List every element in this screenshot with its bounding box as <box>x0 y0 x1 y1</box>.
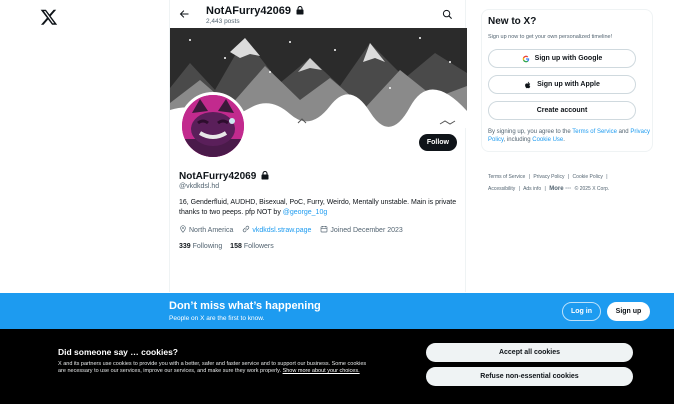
signup-banner-subtitle: People on X are the first to know. <box>169 315 265 322</box>
profile-display-name: NotAFurry42069 <box>179 171 269 182</box>
create-account-button[interactable]: Create account <box>488 101 636 120</box>
profile-stats: 339 Following 158 Followers <box>179 243 274 250</box>
cookie-text: X and its partners use cookies to provid… <box>58 361 367 374</box>
google-icon <box>522 55 529 62</box>
sign-up-google-button[interactable]: Sign up with Google <box>488 49 636 68</box>
profile-column: NotAFurry42069 2,443 posts Follow NotAFu… <box>169 0 467 292</box>
followers-link[interactable]: 158 Followers <box>230 243 274 250</box>
back-arrow-icon[interactable] <box>178 8 190 20</box>
follow-button[interactable]: Follow <box>418 134 457 151</box>
sign-up-terms: By signing up, you agree to the Terms of… <box>488 129 650 143</box>
footer-links: Terms of Service | Privacy Policy | Cook… <box>488 171 658 195</box>
footer-separator: | <box>528 174 530 180</box>
following-link[interactable]: 339 Following <box>179 243 222 250</box>
footer-separator: | <box>544 186 546 192</box>
accept-cookies-button[interactable]: Accept all cookies <box>426 343 633 362</box>
cookie-banner: Did someone say … cookies? X and its par… <box>0 329 674 404</box>
avatar[interactable] <box>179 92 247 160</box>
cookie-use-link[interactable]: Cookie Use <box>532 137 563 143</box>
footer-link[interactable]: Ads info <box>523 186 541 192</box>
footer-link[interactable]: Cookie Policy <box>573 174 603 180</box>
sidebar-subtitle: Sign up now to get your own personalized… <box>488 34 613 40</box>
apple-icon <box>525 81 531 88</box>
bio-mention-link[interactable]: @george_10g <box>283 209 327 216</box>
profile-joined: Joined December 2023 <box>320 225 403 234</box>
cookie-choices-link[interactable]: Show more about your choices. <box>283 368 360 374</box>
profile-bio: 16, Genderfluid, AUDHD, Bisexual, PoC, F… <box>179 198 461 218</box>
profile-topbar: NotAFurry42069 2,443 posts <box>170 0 465 28</box>
profile-handle: @vkdkdsl.hd <box>179 183 220 190</box>
lock-icon <box>261 171 269 180</box>
sign-up-apple-button[interactable]: Sign up with Apple <box>488 75 636 94</box>
lock-icon <box>296 6 304 15</box>
signup-banner-title: Don’t miss what’s happening <box>169 300 321 312</box>
link-icon <box>243 225 250 233</box>
location-icon <box>180 225 186 233</box>
footer-separator: | <box>567 174 570 180</box>
post-count: 2,443 posts <box>206 18 240 25</box>
terms-link[interactable]: Terms of Service <box>572 129 617 135</box>
footer-link[interactable]: Accessibility <box>488 186 515 192</box>
refuse-cookies-button[interactable]: Refuse non-essential cookies <box>426 367 633 386</box>
footer-separator: | <box>518 186 520 192</box>
new-to-x-card: New to X? Sign up now to get your own pe… <box>481 9 653 152</box>
footer-more-link[interactable]: More ··· <box>549 186 571 192</box>
footer-link[interactable]: Terms of Service <box>488 174 525 180</box>
search-icon[interactable] <box>442 9 453 20</box>
footer-link[interactable]: Privacy Policy <box>533 174 564 180</box>
log-in-button[interactable]: Log in <box>562 302 601 321</box>
x-logo-icon[interactable] <box>40 8 58 26</box>
cookie-title: Did someone say … cookies? <box>58 347 178 357</box>
footer-separator: | <box>606 174 608 180</box>
sidebar-title: New to X? <box>488 16 537 27</box>
sign-up-button[interactable]: Sign up <box>607 302 650 321</box>
footer-copyright: © 2025 X Corp. <box>574 186 610 192</box>
calendar-icon <box>321 226 328 233</box>
topbar-display-name: NotAFurry42069 <box>206 5 304 17</box>
profile-location: North America <box>179 225 233 234</box>
profile-meta: North America vkdkdsl.straw.page Joined … <box>179 225 410 234</box>
signup-banner: Don’t miss what’s happening People on X … <box>0 293 674 329</box>
profile-website[interactable]: vkdkdsl.straw.page <box>242 225 311 234</box>
